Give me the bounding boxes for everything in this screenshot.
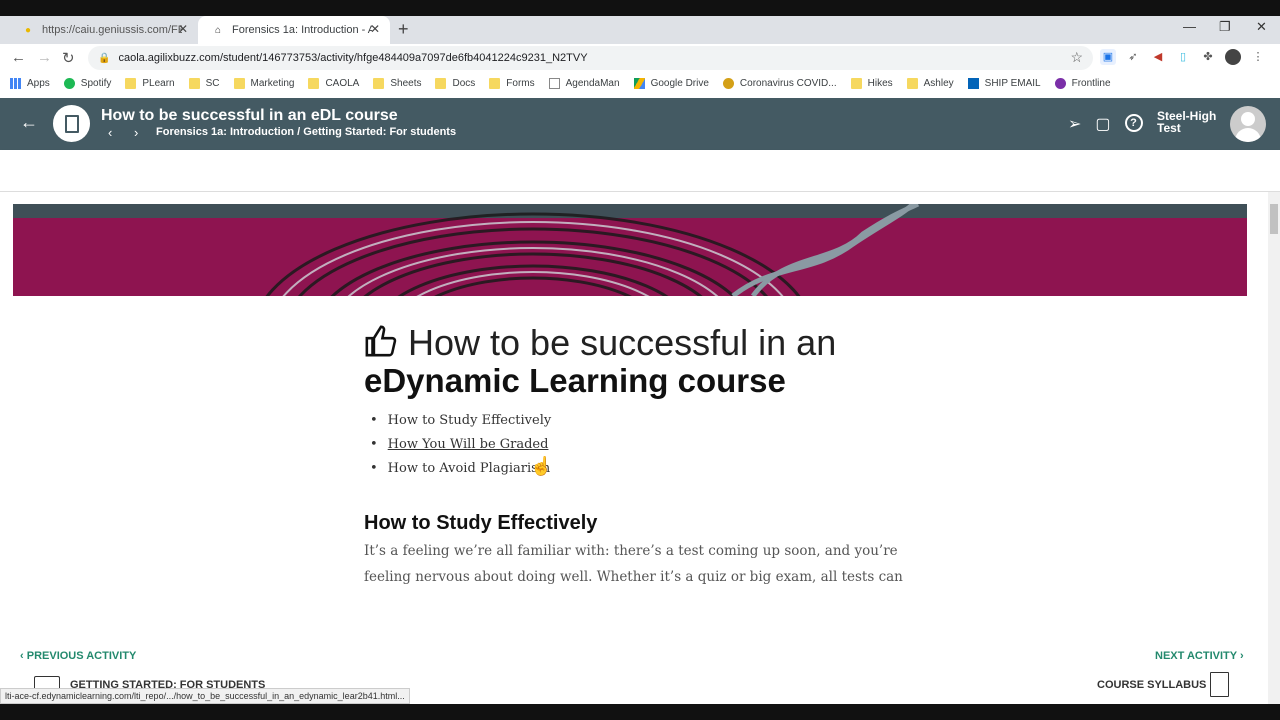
bookmark-agendaman[interactable]: AgendaMan [548, 77, 620, 89]
previous-activity-link[interactable]: ‹ PREVIOUS ACTIVITY [20, 650, 136, 662]
folder-icon [308, 77, 320, 89]
prev-activity-chevron-icon[interactable]: ‹ [108, 125, 112, 140]
folder-icon [373, 77, 385, 89]
cup-icon[interactable]: ▯ [1175, 49, 1191, 65]
section-title: How to Study Effectively [364, 512, 598, 534]
breadcrumb: Forensics 1a: Introduction / Getting Sta… [156, 126, 457, 138]
avatar[interactable] [1230, 106, 1266, 142]
lock-icon: 🔒 [98, 52, 111, 64]
bookmark-sheets[interactable]: Sheets [373, 77, 421, 89]
profile-icon[interactable] [1225, 49, 1241, 65]
close-tab-icon[interactable]: ✕ [178, 22, 188, 36]
minimize-button[interactable]: — [1183, 19, 1196, 34]
thumbs-up-icon [365, 325, 397, 357]
menu-icon[interactable]: ⋮ [1250, 49, 1266, 65]
bookmark-forms[interactable]: Forms [489, 77, 535, 89]
screen-bottom-bar [0, 704, 1280, 720]
toc-item-study[interactable]: How to Study Effectively [370, 412, 552, 436]
bookmark-caola[interactable]: CAOLA [308, 77, 359, 89]
page-heading-line2: eDynamic Learning course [364, 362, 786, 399]
bookmark-marketing[interactable]: Marketing [233, 77, 294, 89]
back-icon[interactable]: ← [11, 49, 26, 66]
extension-icon[interactable]: ▣ [1100, 49, 1116, 65]
screen-top-bar [0, 0, 1280, 16]
send-icon[interactable]: ➢ [1068, 114, 1081, 134]
spotify-icon [63, 77, 75, 89]
bookmark-hikes[interactable]: Hikes [850, 77, 893, 89]
buzz-icon: ⌂ [214, 24, 222, 36]
folder-icon [188, 77, 200, 89]
bookmark-star-icon[interactable]: ☆ [1070, 49, 1083, 66]
folder-icon [850, 77, 862, 89]
chevron-right-icon: › [1239, 650, 1244, 662]
page-scrollbar[interactable] [1268, 192, 1280, 704]
extensions-area: ▣ ➶ ◀ ▯ ✤ ⋮ [1100, 49, 1266, 65]
header-actions: ➢ ▢ ? [1068, 114, 1143, 134]
bookmark-coronavirus[interactable]: Coronavirus COVID... [722, 77, 837, 89]
subheader-bar [0, 150, 1280, 192]
toc-item-graded[interactable]: How You Will be Graded [370, 436, 551, 460]
folder-icon [233, 77, 245, 89]
next-activity-title[interactable]: COURSE SYLLABUS [1097, 679, 1206, 691]
folder-icon [125, 77, 137, 89]
bookmark-plearn[interactable]: PLearn [125, 77, 175, 89]
activity-content: How to be successful in an eDynamic Lear… [0, 192, 1268, 592]
tab-genius[interactable]: ● https://caiu.geniussis.com/FEDas ✕ [8, 16, 198, 44]
fingerprint-graphic [265, 204, 920, 296]
bookmark-sc[interactable]: SC [188, 77, 220, 89]
frontline-icon [1054, 77, 1066, 89]
page-icon [548, 77, 560, 89]
close-tab-icon[interactable]: ✕ [370, 22, 380, 36]
folder-icon [489, 77, 501, 89]
section-paragraph: It’s a feeling we’re all familiar with: … [364, 543, 903, 585]
tab-strip: ● https://caiu.geniussis.com/FEDas ✕ ⌂ F… [0, 16, 1280, 44]
apps-grid-icon [10, 77, 21, 89]
tab-forensics[interactable]: ⌂ Forensics 1a: Introduction - Acti ✕ [198, 16, 390, 44]
restore-button[interactable]: ❐ [1219, 19, 1231, 35]
activity-title: How to be successful in an eDL course [101, 107, 398, 124]
page-heading-line1: How to be successful in an [364, 322, 836, 364]
address-bar[interactable]: 🔒 caola.agilixbuzz.com/student/146773753… [88, 46, 1093, 70]
bookmark-docs[interactable]: Docs [435, 77, 475, 89]
puzzle-icon[interactable]: ✤ [1200, 49, 1216, 65]
bookmark-ashley[interactable]: Ashley [906, 77, 954, 89]
table-of-contents: How to Study Effectively How You Will be… [370, 412, 552, 484]
browser-window: ● https://caiu.geniussis.com/FEDas ✕ ⌂ F… [0, 0, 1280, 720]
lightbulb-icon: ● [24, 24, 32, 36]
rocket-icon[interactable]: ➶ [1125, 49, 1141, 65]
bookmark-frontline[interactable]: Frontline [1054, 77, 1111, 89]
help-icon[interactable]: ? [1124, 114, 1143, 132]
notes-icon[interactable]: ▢ [1095, 114, 1110, 134]
toc-item-plagiarism[interactable]: How to Avoid Plagiarism [370, 460, 551, 484]
megaphone-icon[interactable]: ◀ [1150, 49, 1166, 65]
next-activity-link[interactable]: NEXT ACTIVITY › [1155, 650, 1244, 662]
app-header: ← How to be successful in an eDL course … [0, 98, 1280, 150]
coronavirus-icon [722, 77, 734, 89]
next-activity-chevron-icon[interactable]: › [134, 125, 138, 140]
bookmark-apps[interactable]: Apps [10, 77, 50, 89]
bookmark-google-drive[interactable]: Google Drive [633, 77, 709, 89]
url-text: caola.agilixbuzz.com/student/146773753/a… [118, 52, 588, 64]
status-bar-url: lti-ace-cf.edynamiclearning.com/lti_repo… [0, 688, 410, 704]
bookmark-ship-email[interactable]: SHIP EMAIL [967, 77, 1041, 89]
drive-icon [633, 77, 645, 89]
close-window-button[interactable]: ✕ [1256, 19, 1267, 35]
folder-icon [906, 77, 918, 89]
hand-cursor-icon: ☝ [530, 456, 553, 476]
folder-icon [435, 77, 447, 89]
back-arrow-icon[interactable]: ← [20, 112, 38, 133]
chevron-left-icon: ‹ [20, 650, 27, 662]
forward-icon[interactable]: → [37, 49, 52, 66]
document-icon [1210, 672, 1229, 697]
outlook-icon [967, 77, 979, 89]
bookmark-spotify[interactable]: Spotify [63, 77, 111, 89]
document-icon [53, 105, 90, 142]
reload-icon[interactable]: ↻ [62, 49, 75, 67]
new-tab-button[interactable]: + [398, 19, 409, 40]
user-name[interactable]: Steel-High Test [1157, 110, 1216, 134]
forensics-banner-image [13, 204, 1247, 296]
browser-toolbar: ← → ↻ 🔒 caola.agilixbuzz.com/student/146… [0, 44, 1280, 72]
bookmarks-bar: Apps Spotify PLearn SC Marketing CAOLA S… [0, 72, 1280, 94]
